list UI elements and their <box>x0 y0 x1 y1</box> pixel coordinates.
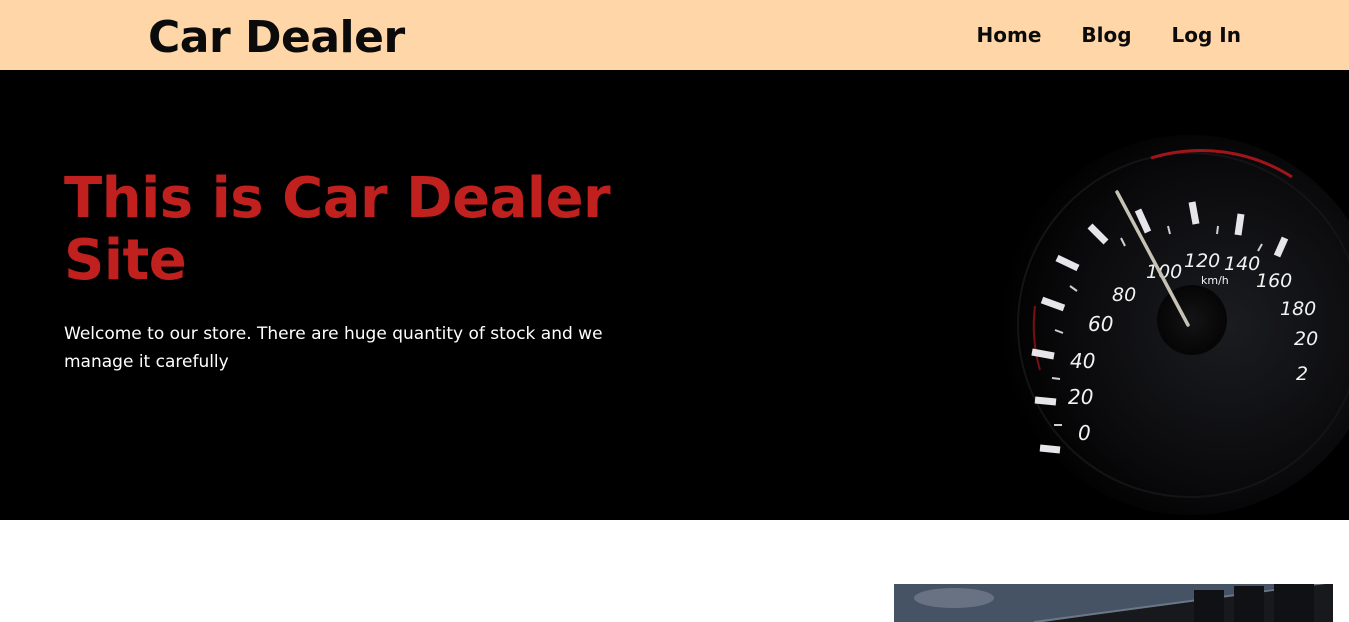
speed-label: 180 <box>1280 298 1316 320</box>
speed-label: 80 <box>1112 284 1136 306</box>
nav-login-link[interactable]: Log In <box>1172 25 1241 45</box>
site-header: Car Dealer Home Blog Log In <box>0 0 1349 70</box>
speed-unit-label: km/h <box>1201 274 1229 287</box>
major-tick <box>1039 444 1061 454</box>
nav-blog-link[interactable]: Blog <box>1081 25 1131 45</box>
major-tick <box>1234 213 1245 236</box>
speed-label: 20 <box>1068 385 1093 409</box>
speedometer-image: 020406080100 120 140160180202km/h <box>1000 135 1349 515</box>
needle-hub <box>1157 285 1227 355</box>
speed-label: 2 <box>1296 363 1308 385</box>
major-tick <box>1034 396 1057 406</box>
speed-label: 120 <box>1184 250 1220 272</box>
hero-title: This is Car Dealer Site <box>64 166 611 293</box>
speed-label: 40 <box>1070 349 1095 373</box>
nav-home-link[interactable]: Home <box>977 25 1042 45</box>
car-photo <box>894 584 1333 622</box>
speed-label: 140 <box>1224 253 1260 275</box>
minor-tick <box>1216 225 1219 235</box>
major-tick <box>1188 201 1200 225</box>
brand-logo[interactable]: Car Dealer <box>148 8 405 68</box>
main-nav: Home Blog Log In <box>977 0 1242 70</box>
hero-banner: This is Car Dealer Site Welcome to our s… <box>0 70 1349 520</box>
speed-label: 0 <box>1078 421 1091 445</box>
hero-description: Welcome to our store. There are huge qua… <box>64 324 603 372</box>
car-photo-art <box>894 584 1333 622</box>
major-tick <box>1031 348 1055 360</box>
speed-label: 20 <box>1294 328 1318 350</box>
speed-label: 160 <box>1256 270 1292 292</box>
minor-tick <box>1051 377 1061 380</box>
speed-label: 60 <box>1088 312 1113 336</box>
